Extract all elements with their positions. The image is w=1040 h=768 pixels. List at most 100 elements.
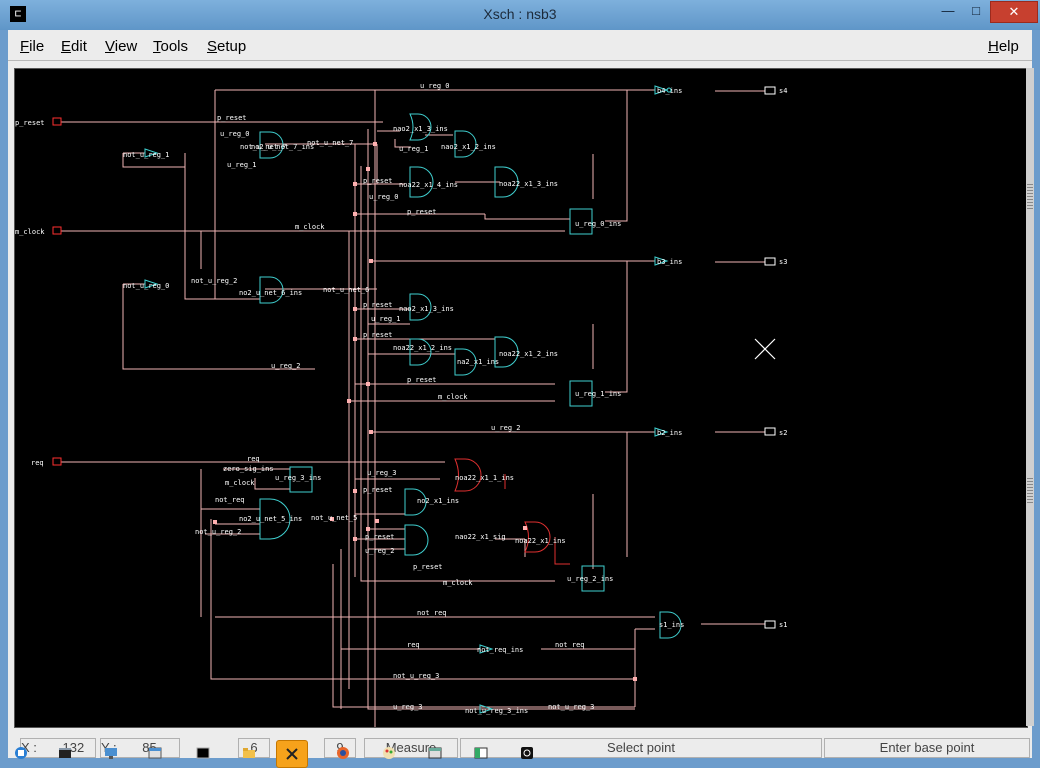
svg-text:u_reg_1: u_reg_1 <box>371 315 401 323</box>
svg-text:u_reg_1: u_reg_1 <box>399 145 429 153</box>
svg-text:s1: s1 <box>779 621 787 629</box>
svg-text:m_clock: m_clock <box>15 228 45 236</box>
schematic-drawing[interactable]: p_reset m_clock req s4 s3 s2 s1 u_reg_0 … <box>15 69 1027 727</box>
window-title: Xsch : nsb3 <box>483 6 557 22</box>
firefox-button[interactable] <box>328 740 358 766</box>
svg-text:noa22_x1_4_ins: noa22_x1_4_ins <box>399 181 458 189</box>
title-bar: ⊏ Xsch : nsb3 — □ ✕ <box>0 0 1040 30</box>
menu-tools[interactable]: Tools <box>153 38 188 55</box>
window-button[interactable] <box>140 740 170 766</box>
menu-bar: File Edit View Tools Setup Help <box>8 34 1032 61</box>
xsch-icon <box>286 748 298 760</box>
svg-text:p_reset: p_reset <box>363 301 393 309</box>
svg-text:noa22_x1_ins: noa22_x1_ins <box>515 537 566 545</box>
paint-button[interactable] <box>374 740 404 766</box>
svg-text:p_reset: p_reset <box>407 208 437 216</box>
window-icon <box>148 747 162 759</box>
menu-file[interactable]: File <box>20 38 44 55</box>
scrollbar-grip-top[interactable] <box>1027 184 1033 210</box>
svg-text:p_reset: p_reset <box>15 119 45 127</box>
monitor-button[interactable] <box>96 740 126 766</box>
firefox-icon <box>337 747 349 759</box>
svg-text:zero_sig_ins: zero_sig_ins <box>223 465 274 473</box>
svg-text:not_u_reg_2: not_u_reg_2 <box>191 277 237 285</box>
svg-text:nao2_x1_3_ins: nao2_x1_3_ins <box>399 305 454 313</box>
svg-text:s2: s2 <box>779 429 787 437</box>
svg-text:not_u_reg_3: not_u_reg_3 <box>393 672 439 680</box>
svg-text:not_u_reg_3_ins: not_u_reg_3_ins <box>465 707 528 715</box>
scrollbar-grip-bottom[interactable] <box>1027 478 1033 504</box>
svg-text:not_req: not_req <box>555 641 585 649</box>
svg-text:u_reg_1: u_reg_1 <box>227 161 257 169</box>
svg-text:no2_u_net_7_ins: no2_u_net_7_ins <box>251 143 314 151</box>
menu-setup[interactable]: Setup <box>207 38 246 55</box>
svg-text:b4_ins: b4_ins <box>657 87 682 95</box>
svg-text:u_reg_3: u_reg_3 <box>367 469 397 477</box>
svg-text:not_req: not_req <box>215 496 245 504</box>
svg-text:p_reset: p_reset <box>365 533 395 541</box>
svg-text:p_reset: p_reset <box>363 486 393 494</box>
svg-text:u_reg_3_ins: u_reg_3_ins <box>275 474 321 482</box>
svg-text:req: req <box>247 455 260 463</box>
svg-text:u_reg_0: u_reg_0 <box>220 130 250 138</box>
svg-text:not_u_reg_2: not_u_reg_2 <box>195 528 241 536</box>
svg-text:nao2_x1_2_ins: nao2_x1_2_ins <box>441 143 496 151</box>
schematic-canvas[interactable]: p_reset m_clock req s4 s3 s2 s1 u_reg_0 … <box>14 68 1028 728</box>
maximize-button[interactable]: □ <box>962 1 990 21</box>
svg-text:req: req <box>31 459 44 467</box>
taskbar <box>0 738 640 768</box>
svg-text:b3_ins: b3_ins <box>657 258 682 266</box>
menu-help[interactable]: Help <box>988 38 1019 55</box>
svg-text:s4: s4 <box>779 87 787 95</box>
svg-text:not_u_reg_0: not_u_reg_0 <box>123 282 169 290</box>
file-explorer-icon <box>243 748 255 758</box>
svg-text:noa22_x1_3_ins: noa22_x1_3_ins <box>499 180 558 188</box>
svg-text:b2_ins: b2_ins <box>657 429 682 437</box>
svg-text:p_reset: p_reset <box>217 114 247 122</box>
panel-icon <box>474 747 488 759</box>
input-ports[interactable] <box>52 117 62 466</box>
svg-text:u_reg_3: u_reg_3 <box>393 703 423 711</box>
xsch-button[interactable] <box>276 740 308 768</box>
svg-text:no2_u_net_5_ins: no2_u_net_5_ins <box>239 515 302 523</box>
settings-button[interactable] <box>512 740 542 766</box>
menu-edit[interactable]: Edit <box>61 38 87 55</box>
svg-text:p_reset: p_reset <box>413 563 443 571</box>
vertical-scrollbar[interactable] <box>1026 68 1034 726</box>
nao2-gate-b <box>409 338 432 366</box>
settings-icon <box>521 747 533 759</box>
menu-view[interactable]: View <box>105 38 137 55</box>
panel-button[interactable] <box>466 740 496 766</box>
minimize-button[interactable]: — <box>934 1 962 21</box>
app-window-button[interactable] <box>420 740 450 766</box>
svg-text:p_reset: p_reset <box>363 177 393 185</box>
svg-text:m_clock: m_clock <box>295 223 325 231</box>
svg-text:u_reg_0: u_reg_0 <box>369 193 399 201</box>
svg-text:u_reg_2: u_reg_2 <box>271 362 301 370</box>
svg-text:nao22_x1_sig: nao22_x1_sig <box>455 533 506 541</box>
cmd-icon <box>59 748 71 758</box>
svg-text:s3: s3 <box>779 258 787 266</box>
svg-text:noa22_x1_1_ins: noa22_x1_1_ins <box>455 474 514 482</box>
paint-icon <box>383 747 395 759</box>
svg-text:na2_x1_ins: na2_x1_ins <box>457 358 499 366</box>
svg-text:req: req <box>407 641 420 649</box>
svg-text:u_reg_2: u_reg_2 <box>491 424 521 432</box>
cmd-prompt-button[interactable] <box>188 740 218 766</box>
svg-text:not_u_net_6: not_u_net_6 <box>323 286 369 294</box>
file-explorer-button[interactable] <box>234 740 264 766</box>
svg-text:p_reset: p_reset <box>363 331 393 339</box>
cmd-button[interactable] <box>50 740 80 766</box>
svg-text:no2_x1_ins: no2_x1_ins <box>417 497 459 505</box>
monitor-icon <box>105 748 117 759</box>
svg-text:nao2_x1_3_ins: nao2_x1_3_ins <box>393 125 448 133</box>
close-button[interactable]: ✕ <box>990 1 1038 23</box>
svg-text:u_reg_1_ins: u_reg_1_ins <box>575 390 621 398</box>
start-button[interactable] <box>6 740 36 766</box>
svg-text:noa22_x1_2_ins: noa22_x1_2_ins <box>393 344 452 352</box>
app-icon <box>428 747 442 759</box>
svg-text:p_reset: p_reset <box>407 376 437 384</box>
svg-text:s1_ins: s1_ins <box>659 621 684 629</box>
svg-text:u_reg_2_ins: u_reg_2_ins <box>567 575 613 583</box>
junction-dots <box>213 142 637 681</box>
